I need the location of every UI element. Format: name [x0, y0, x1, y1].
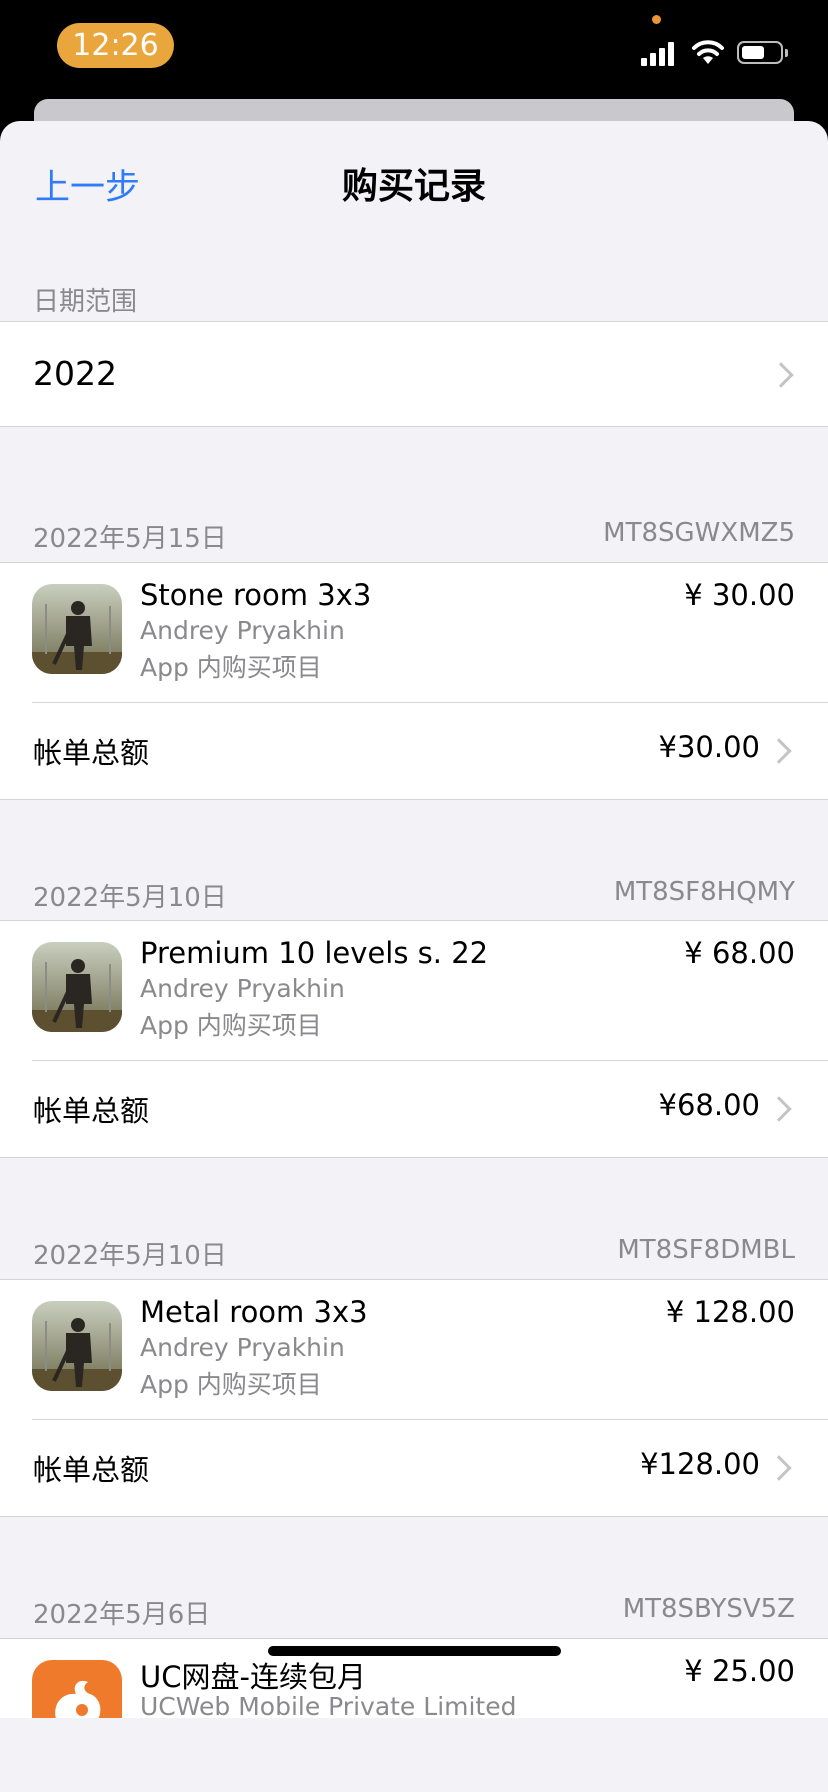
cellular-signal-icon — [641, 40, 681, 66]
purchase-group: Metal room 3x3 Andrey Pryakhin App 内购买项目… — [0, 1279, 828, 1517]
bill-total-row[interactable]: 帐单总额 ¥128.00 — [0, 1420, 828, 1515]
home-bar-area — [0, 1718, 828, 1792]
purchase-history-sheet: 上一步 购买记录 日期范围 2022 2022年5月15日 MT8SGWXMZ5 — [0, 121, 828, 1792]
bill-total-row[interactable]: 帐单总额 ¥30.00 — [0, 703, 828, 798]
status-time: 12:26 — [57, 23, 174, 68]
chevron-right-icon — [766, 738, 792, 764]
item-price: ¥ 25.00 — [684, 1654, 795, 1688]
purchase-date: 2022年5月10日 — [33, 883, 227, 913]
item-name: Metal room 3x3 — [140, 1295, 368, 1329]
status-bar: 12:26 — [0, 0, 828, 100]
developer-name: Andrey Pryakhin — [140, 974, 345, 1003]
battery-icon — [737, 41, 788, 64]
bill-total-label: 帐单总额 — [33, 1094, 150, 1128]
bill-total-label: 帐单总额 — [33, 1453, 150, 1487]
purchase-group: Stone room 3x3 Andrey Pryakhin App 内购买项目… — [0, 562, 828, 800]
chevron-right-icon — [766, 1096, 792, 1122]
order-id: MT8SBYSV5Z — [622, 1594, 795, 1624]
page-title: 购买记录 — [341, 166, 486, 207]
home-indicator[interactable] — [268, 1646, 561, 1656]
date-range-header: 日期范围 — [33, 287, 138, 317]
bill-total-value: ¥68.00 — [658, 1088, 760, 1122]
bill-total-value: ¥30.00 — [658, 730, 760, 764]
bill-total-label: 帐单总额 — [33, 736, 150, 770]
item-name: Premium 10 levels s. 22 — [140, 936, 489, 970]
bill-total-row[interactable]: 帐单总额 ¥68.00 — [0, 1061, 828, 1156]
item-type: App 内购买项目 — [140, 1370, 322, 1399]
survival-game-icon — [32, 584, 122, 674]
purchase-item[interactable]: Stone room 3x3 Andrey Pryakhin App 内购买项目… — [0, 563, 828, 702]
purchase-date: 2022年5月15日 — [33, 524, 227, 554]
chevron-right-icon — [766, 1455, 792, 1481]
order-id: MT8SGWXMZ5 — [603, 518, 795, 548]
order-id: MT8SF8HQMY — [613, 877, 795, 907]
privacy-indicator-dot — [652, 15, 661, 24]
wifi-icon — [692, 40, 724, 64]
purchase-item[interactable]: Premium 10 levels s. 22 Andrey Pryakhin … — [0, 921, 828, 1060]
purchase-item[interactable]: Metal room 3x3 Andrey Pryakhin App 内购买项目… — [0, 1280, 828, 1419]
item-price: ¥ 68.00 — [684, 936, 795, 970]
item-name: Stone room 3x3 — [140, 578, 372, 612]
developer-name: Andrey Pryakhin — [140, 616, 345, 645]
survival-game-icon — [32, 1301, 122, 1391]
date-range-value: 2022 — [33, 354, 117, 393]
item-type: App 内购买项目 — [140, 653, 322, 682]
developer-name: Andrey Pryakhin — [140, 1333, 345, 1362]
chevron-right-icon — [768, 362, 794, 388]
survival-game-icon — [32, 942, 122, 1032]
bill-total-value: ¥128.00 — [640, 1447, 760, 1481]
date-range-row[interactable]: 2022 — [0, 321, 828, 427]
purchase-date: 2022年5月6日 — [33, 1600, 211, 1630]
purchase-date: 2022年5月10日 — [33, 1241, 227, 1271]
developer-name: UCWeb Mobile Private Limited — [140, 1692, 517, 1721]
order-id: MT8SF8DMBL — [617, 1235, 795, 1265]
purchase-group: Premium 10 levels s. 22 Andrey Pryakhin … — [0, 920, 828, 1158]
item-name: UC网盘-连续包月 — [140, 1660, 366, 1694]
item-type: App 内购买项目 — [140, 1011, 322, 1040]
item-price: ¥ 30.00 — [684, 578, 795, 612]
item-price: ¥ 128.00 — [665, 1295, 795, 1329]
navigation-bar: 上一步 购买记录 — [0, 121, 828, 241]
